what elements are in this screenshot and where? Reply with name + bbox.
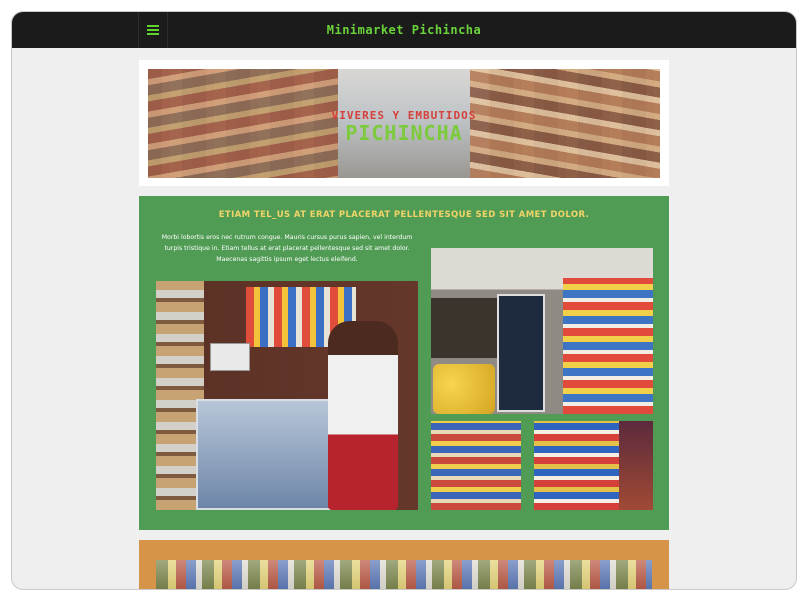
section-paragraph: Morbi lobortis eros nec rutrum congue. M… [161, 234, 413, 263]
top-navigation-bar: Minimarket Pichincha [12, 12, 796, 48]
secondary-section [139, 540, 669, 589]
shelves-photo-1 [431, 421, 521, 510]
store-banner-image: VIVERES Y EMBUTIDOS PICHINCHA [148, 69, 660, 178]
banner-card: VIVERES Y EMBUTIDOS PICHINCHA [139, 60, 669, 186]
aisle-photo [156, 560, 652, 589]
photo-sign [210, 343, 250, 371]
browser-frame: Minimarket Pichincha VIVERES Y EMBUTIDOS… [11, 11, 797, 590]
banner-title: PICHINCHA [345, 121, 463, 145]
photo-product-rack [563, 278, 653, 414]
shelves-photo-2 [534, 421, 653, 510]
photo-fridge [497, 294, 545, 412]
featured-section: ETIAM TEL_US AT ERAT PLACERAT PELLENTESQ… [139, 196, 669, 530]
store-interior-photo [431, 248, 653, 414]
photo-counter [431, 298, 497, 358]
menu-button[interactable] [138, 12, 168, 48]
photo-hanging-goods [619, 421, 653, 510]
shopkeeper-photo [156, 281, 418, 510]
site-title[interactable]: Minimarket Pichincha [12, 12, 796, 48]
photo-fruit-basket [433, 364, 495, 414]
photo-display-case [196, 399, 346, 510]
hamburger-menu-icon [147, 25, 159, 35]
section-heading: ETIAM TEL_US AT ERAT PLACERAT PELLENTESQ… [218, 210, 590, 220]
photo-shopkeeper [328, 321, 398, 510]
